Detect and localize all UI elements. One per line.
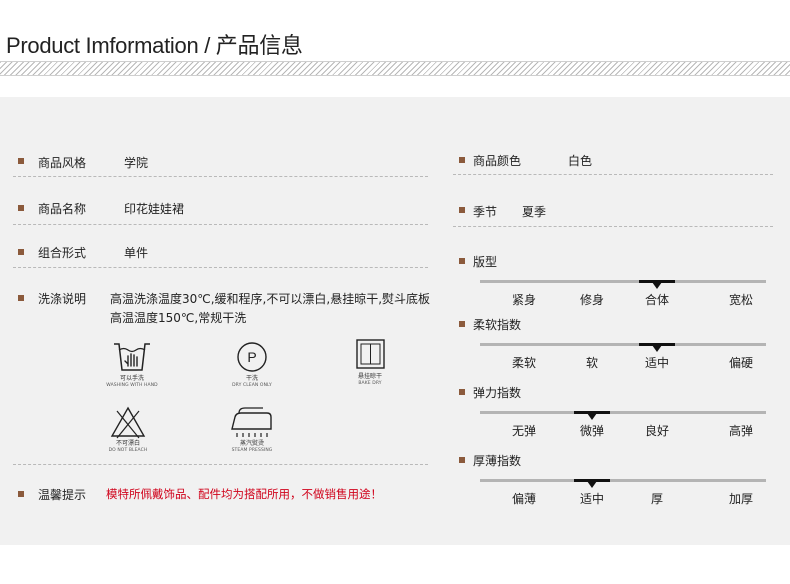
care-en-label: DO NOT BLEACH: [108, 448, 148, 453]
scale-option-label: 修身: [579, 293, 605, 307]
divider: [13, 176, 428, 177]
color-label: 商品颜色: [473, 154, 522, 168]
care-cn-label: 干洗: [245, 375, 258, 382]
bullet-icon: [18, 295, 24, 301]
scale-title: 弹力指数: [473, 386, 522, 400]
divider: [453, 226, 773, 227]
scale-option-label: 厚: [650, 492, 664, 506]
scale-option-label: 无弹: [511, 424, 537, 438]
care-steam-iron: 蒸汽熨烫 STEAM PRESSING: [212, 405, 292, 454]
scale-track: [480, 479, 766, 482]
scale-option-label: 紧身: [511, 293, 537, 307]
scale-title: 厚薄指数: [473, 454, 522, 468]
scale-option-label: 良好: [644, 424, 670, 438]
scale-option-label: 加厚: [728, 492, 754, 506]
wash-label: 洗涤说明: [38, 292, 87, 306]
style-label: 商品风格: [38, 156, 87, 170]
care-no-bleach: 不可漂白 DO NOT BLEACH: [88, 405, 168, 454]
combo-label: 组合形式: [38, 246, 87, 260]
scale-option-label: 合体: [644, 293, 670, 307]
care-en-label: WASHING WITH HAND: [106, 383, 158, 388]
name-value: 印花娃娃裙: [124, 202, 185, 216]
divider: [13, 464, 428, 465]
bullet-icon: [459, 389, 465, 395]
combo-value: 单件: [124, 246, 149, 260]
care-en-label: STEAM PRESSING: [231, 448, 273, 453]
page-title: Product Imformation / 产品信息: [6, 33, 303, 58]
scale-title: 版型: [473, 255, 498, 269]
scale-option-label: 适中: [579, 492, 605, 506]
scale-pointer-icon: [652, 282, 662, 289]
bullet-icon: [459, 157, 465, 163]
divider: [13, 224, 428, 225]
season-value: 夏季: [522, 205, 547, 219]
scale-option-label: 柔软: [511, 356, 537, 370]
scale-option-label: 宽松: [728, 293, 754, 307]
bullet-icon: [18, 491, 24, 497]
bullet-icon: [18, 205, 24, 211]
bullet-icon: [459, 207, 465, 213]
scale-option-label: 微弹: [579, 424, 605, 438]
bullet-icon: [18, 158, 24, 164]
scale-pointer-icon: [652, 345, 662, 352]
season-label: 季节: [473, 205, 498, 219]
scale-track: [480, 411, 766, 414]
color-value: 白色: [568, 154, 593, 168]
care-cn-label: 不可漂白: [115, 440, 140, 447]
scale-option-label: 偏薄: [511, 492, 537, 506]
divider: [453, 174, 773, 175]
header-hatch-divider: [0, 61, 790, 76]
scale-option-label: 软: [585, 356, 599, 370]
steam-iron-icon: [231, 407, 272, 437]
bullet-icon: [459, 457, 465, 463]
divider: [13, 267, 428, 268]
care-en-label: BAKE DRY: [358, 381, 382, 386]
bullet-icon: [459, 258, 465, 264]
style-value: 学院: [124, 156, 149, 170]
dry-clean-symbol: P: [247, 349, 256, 365]
scale-option-label: 偏硬: [728, 356, 754, 370]
hang-dry-icon: [356, 339, 385, 369]
care-cn-label: 悬挂晾干: [357, 373, 382, 380]
notice-text: 模特所佩戴饰品、配件均为搭配所用，不做销售用途！: [106, 487, 382, 501]
care-dry-clean: P 干洗 DRY CLEAN ONLY: [212, 340, 292, 389]
scale-title: 柔软指数: [473, 318, 522, 332]
bullet-icon: [18, 249, 24, 255]
scale-track: [480, 280, 766, 283]
no-bleach-icon: [110, 406, 146, 439]
scale-pointer-icon: [587, 413, 597, 420]
bullet-icon: [459, 321, 465, 327]
scale-pointer-icon: [587, 481, 597, 488]
care-cn-label: 可以手洗: [119, 375, 144, 382]
care-en-label: DRY CLEAN ONLY: [232, 383, 272, 388]
hand-wash-icon: [114, 343, 150, 371]
scale-option-label: 高弹: [728, 424, 754, 438]
dry-clean-icon: P: [237, 342, 267, 372]
wash-instructions: 高温洗涤温度30℃,缓和程序,不可以漂白,悬挂晾干,熨斗底板高温温度150℃,常…: [110, 292, 431, 325]
notice-label: 温馨提示: [38, 488, 87, 502]
name-label: 商品名称: [38, 202, 87, 216]
care-hand-wash: 可以手洗 WASHING WITH HAND: [92, 340, 172, 389]
care-cn-label: 蒸汽熨烫: [239, 440, 264, 447]
care-hang-dry: 悬挂晾干 BAKE DRY: [330, 338, 410, 387]
scale-track: [480, 343, 766, 346]
scale-option-label: 适中: [644, 356, 670, 370]
